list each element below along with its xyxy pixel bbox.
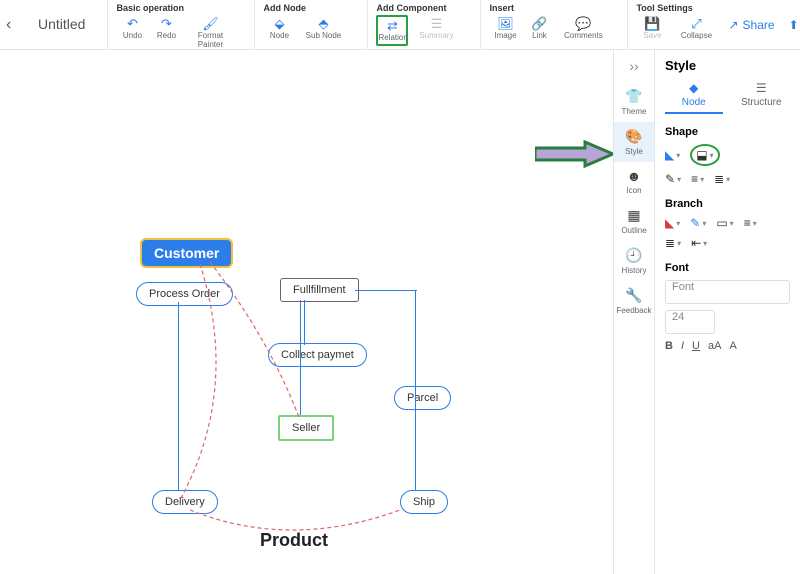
- pen-icon: ✎: [665, 172, 675, 186]
- redo-button[interactable]: ↷Redo: [150, 15, 182, 51]
- font-color-button[interactable]: A: [729, 340, 736, 352]
- shape-icon: ⬓: [696, 148, 707, 162]
- border-width-button[interactable]: ≡▾: [691, 172, 704, 186]
- panel-title: Style: [665, 58, 790, 73]
- fill-icon: ◣: [665, 148, 674, 162]
- group-insert-label: Insert: [489, 3, 609, 13]
- group-basic: Basic operation ↶Undo ↷Redo 🖌Format Pain…: [107, 0, 242, 49]
- font-size-select[interactable]: 24: [665, 310, 715, 334]
- fill-icon: ◣: [665, 216, 674, 230]
- outline-tab[interactable]: ▦Outline: [614, 201, 654, 241]
- dash-icon: ≣: [665, 236, 675, 250]
- wrench-icon: 🔧: [614, 287, 654, 304]
- node-icon: ◆: [665, 81, 723, 95]
- arrow-left-icon: ⇤: [691, 236, 701, 250]
- back-button[interactable]: ‹: [6, 16, 11, 34]
- theme-tab[interactable]: 👕Theme: [614, 82, 654, 122]
- share-button[interactable]: ↗Share: [728, 18, 774, 32]
- branch-align-button[interactable]: ≡▾: [744, 216, 757, 230]
- group-addcomp-label: Add Component: [376, 3, 462, 13]
- export-button[interactable]: ⬆Export: [789, 18, 800, 32]
- document-title[interactable]: Untitled: [8, 0, 97, 49]
- collapse-panel-button[interactable]: ››: [614, 50, 654, 82]
- branch-color-button[interactable]: ◣▾: [665, 216, 680, 230]
- export-icon: ⬆: [789, 18, 799, 32]
- bold-button[interactable]: B: [665, 340, 673, 352]
- group-add-node: Add Node ⬙Node ⬘Sub Node: [254, 0, 355, 49]
- share-icon: ↗: [728, 18, 738, 32]
- lines-icon: ≡: [691, 172, 698, 186]
- mindmap-canvas[interactable]: Customer Process Order Fullfillment Coll…: [0, 50, 613, 574]
- pen-icon: ✎: [690, 216, 700, 230]
- group-tools: Tool Settings 💾Save ⤢Collapse: [627, 0, 728, 49]
- style-tab[interactable]: 🎨Style: [614, 122, 654, 162]
- tab-structure[interactable]: ☰Structure: [733, 81, 791, 114]
- case-button[interactable]: aA: [708, 340, 721, 352]
- italic-button[interactable]: I: [681, 340, 684, 352]
- font-family-select[interactable]: Font: [665, 280, 790, 304]
- smile-icon: ☻: [614, 168, 654, 184]
- group-tools-label: Tool Settings: [636, 3, 722, 13]
- border-style-button[interactable]: ✎▾: [665, 172, 681, 186]
- underline-button[interactable]: U: [692, 340, 700, 352]
- structure-icon: ☰: [733, 81, 791, 95]
- right-sidebar: ›› 👕Theme 🎨Style ☻Icon ▦Outline 🕘History…: [613, 50, 655, 574]
- grid-icon: ▦: [614, 207, 654, 224]
- relation-line: [140, 250, 440, 550]
- branch-stroke-button[interactable]: ✎▾: [690, 216, 706, 230]
- shape-preset-button[interactable]: ⬓▾: [690, 144, 719, 166]
- group-basic-label: Basic operation: [116, 3, 236, 13]
- group-insert: Insert 🖼Image 🔗Link 💬Comments: [480, 0, 615, 49]
- align-icon: ≡: [744, 216, 751, 230]
- group-add-component: Add Component ⇄Relation ☰Summary: [367, 0, 468, 49]
- font-section-label: Font: [665, 262, 790, 274]
- toolbar-groups: Basic operation ↶Undo ↷Redo 🖌Format Pain…: [107, 0, 728, 49]
- summary-button[interactable]: ☰Summary: [410, 15, 462, 46]
- branch-corner-button[interactable]: ▭▾: [716, 216, 733, 230]
- link-button[interactable]: 🔗Link: [523, 15, 555, 42]
- border-dash-button[interactable]: ≣▾: [714, 172, 730, 186]
- top-toolbar: Untitled Basic operation ↶Undo ↷Redo 🖌Fo…: [0, 0, 800, 50]
- dash-icon: ≣: [714, 172, 724, 186]
- branch-arrow-button[interactable]: ⇤▾: [691, 236, 707, 250]
- rect-icon: ▭: [716, 216, 727, 230]
- node-button[interactable]: ⬙Node: [263, 15, 295, 42]
- clock-icon: 🕘: [614, 247, 654, 264]
- branch-section-label: Branch: [665, 198, 790, 210]
- style-panel: Style ◆Node ☰Structure Shape ◣▾ ⬓▾ ✎▾ ≡▾…: [655, 50, 800, 574]
- format-painter-button[interactable]: 🖌Format Painter: [184, 15, 236, 51]
- branch-dash-button[interactable]: ≣▾: [665, 236, 681, 250]
- shirt-icon: 👕: [614, 88, 654, 105]
- collapse-button[interactable]: ⤢Collapse: [670, 15, 722, 42]
- relation-button[interactable]: ⇄Relation: [376, 15, 408, 46]
- tab-node[interactable]: ◆Node: [665, 81, 723, 114]
- hint-arrow: [535, 140, 615, 170]
- icon-tab[interactable]: ☻Icon: [614, 162, 654, 201]
- comments-button[interactable]: 💬Comments: [557, 15, 609, 42]
- feedback-tab[interactable]: 🔧Feedback: [614, 281, 654, 321]
- palette-icon: 🎨: [614, 128, 654, 145]
- image-button[interactable]: 🖼Image: [489, 15, 521, 42]
- shape-fill-button[interactable]: ◣▾: [665, 144, 680, 166]
- shape-section-label: Shape: [665, 126, 790, 138]
- undo-button[interactable]: ↶Undo: [116, 15, 148, 51]
- save-button[interactable]: 💾Save: [636, 15, 668, 42]
- subnode-button[interactable]: ⬘Sub Node: [297, 15, 349, 42]
- history-tab[interactable]: 🕘History: [614, 241, 654, 281]
- group-addnode-label: Add Node: [263, 3, 349, 13]
